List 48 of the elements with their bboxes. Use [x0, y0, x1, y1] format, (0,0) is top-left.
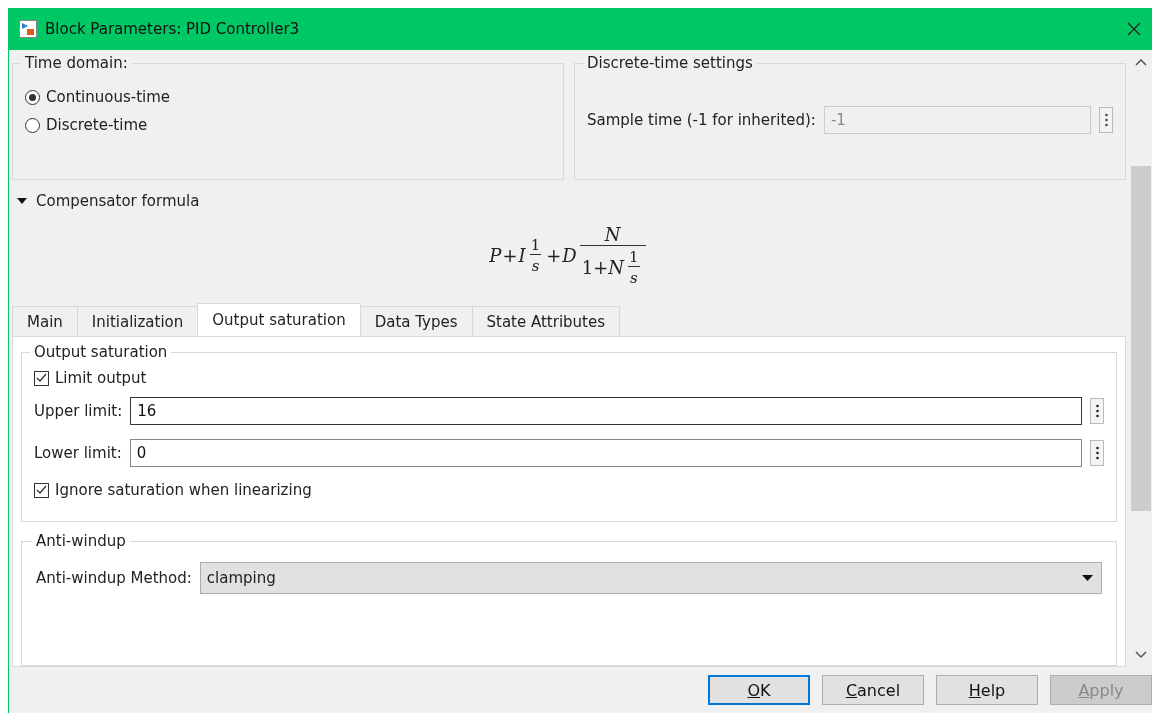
formula-symbol: N — [608, 256, 625, 278]
tab[interactable]: Output saturation — [197, 303, 361, 336]
checkbox[interactable] — [34, 482, 49, 498]
more-options-icon[interactable] — [1090, 440, 1104, 466]
formula-symbol: s — [630, 268, 638, 287]
checkbox-label: Ignore saturation when linearizing — [55, 481, 312, 499]
field-label: Lower limit: — [34, 444, 122, 462]
more-options-icon[interactable] — [1099, 107, 1113, 133]
formula-symbol: D — [562, 244, 577, 266]
checkbox[interactable] — [34, 370, 49, 386]
scroll-down-icon[interactable] — [1135, 651, 1147, 659]
caret-icon — [1082, 575, 1093, 581]
field-label: Anti-windup Method: — [36, 569, 192, 587]
close-icon[interactable] — [1126, 21, 1142, 37]
radio-label: Continuous-time — [46, 88, 171, 106]
radio-button[interactable] — [25, 89, 40, 105]
radio-button[interactable] — [25, 117, 40, 133]
method-dropdown[interactable]: clamping — [199, 562, 1102, 594]
formula-symbol: I — [518, 244, 526, 266]
formula-number: 1 — [530, 235, 541, 254]
group-title: Time domain: — [24, 54, 129, 72]
formula-number: 1+ — [581, 256, 609, 278]
radio-label: Discrete-time — [46, 116, 148, 134]
formula-symbol: N — [604, 223, 621, 245]
dialog-button[interactable]: Cancel — [822, 675, 924, 705]
checkbox-label: Limit output — [55, 369, 147, 387]
group-title: Anti-windup — [35, 532, 127, 550]
field-label: Upper limit: — [34, 402, 123, 420]
formula-symbol: P — [489, 244, 502, 266]
triangle-icon[interactable] — [16, 197, 28, 205]
field-label: Sample time (-1 for inherited): — [587, 111, 816, 129]
limit-field[interactable]: 16 — [130, 397, 1082, 425]
group-title: Output saturation — [33, 343, 169, 361]
window-title: Block Parameters: PID Controller3 — [45, 20, 301, 38]
formula-symbol: s — [531, 256, 540, 275]
tab[interactable]: Main — [12, 306, 78, 336]
formula-operator: + — [501, 244, 519, 266]
formula-operator: + — [545, 244, 562, 266]
scroll-up-icon[interactable] — [1135, 58, 1147, 66]
limit-field[interactable]: 0 — [129, 439, 1082, 467]
dialog-button[interactable]: OK — [708, 675, 810, 705]
tab[interactable]: State Attributes — [471, 306, 621, 336]
group-title: Discrete-time settings — [586, 54, 754, 72]
block-icon — [19, 20, 37, 38]
formula-number: 1 — [629, 247, 639, 266]
dialog-button[interactable]: Help — [936, 675, 1038, 705]
compensator-expander[interactable]: Compensator formula — [16, 192, 1126, 210]
more-options-icon[interactable] — [1090, 398, 1104, 424]
